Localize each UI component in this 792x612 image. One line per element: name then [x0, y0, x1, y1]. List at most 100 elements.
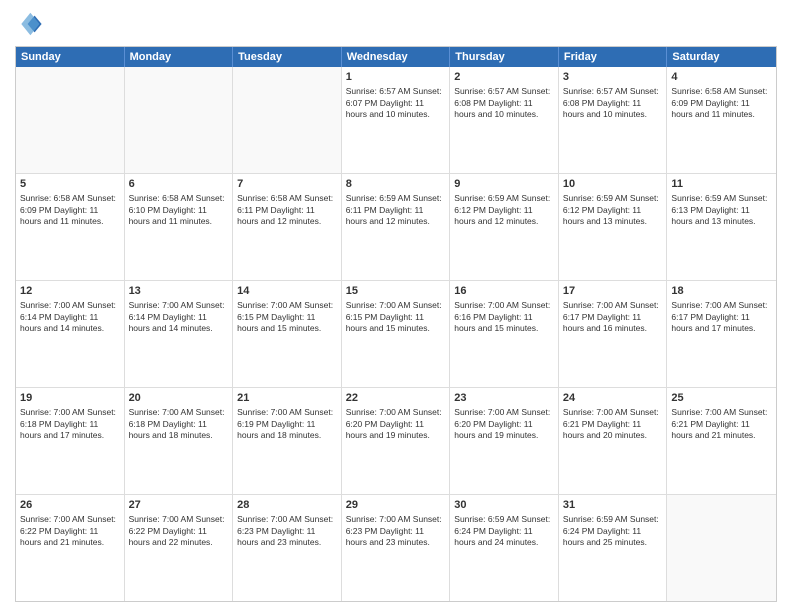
- day-info: Sunrise: 6:58 AM Sunset: 6:10 PM Dayligh…: [129, 193, 229, 227]
- day-info: Sunrise: 7:00 AM Sunset: 6:17 PM Dayligh…: [671, 300, 772, 334]
- day-info: Sunrise: 7:00 AM Sunset: 6:20 PM Dayligh…: [454, 407, 554, 441]
- day-cell-5: 5 Sunrise: 6:58 AM Sunset: 6:09 PM Daylig…: [16, 174, 125, 280]
- day-number: 17: [563, 284, 663, 298]
- day-cell-25: 25 Sunrise: 7:00 AM Sunset: 6:21 PM Dayli…: [667, 388, 776, 494]
- day-cell-4: 4 Sunrise: 6:58 AM Sunset: 6:09 PM Daylig…: [667, 67, 776, 173]
- day-info: Sunrise: 7:00 AM Sunset: 6:18 PM Dayligh…: [129, 407, 229, 441]
- day-info: Sunrise: 7:00 AM Sunset: 6:17 PM Dayligh…: [563, 300, 663, 334]
- day-info: Sunrise: 6:57 AM Sunset: 6:07 PM Dayligh…: [346, 86, 446, 120]
- day-cell-22: 22 Sunrise: 7:00 AM Sunset: 6:20 PM Dayli…: [342, 388, 451, 494]
- day-info: Sunrise: 7:00 AM Sunset: 6:15 PM Dayligh…: [237, 300, 337, 334]
- day-cell-2: 2Sunrise: 6:57 AM Sunset: 6:08 PM Daylig…: [450, 67, 559, 173]
- day-info: Sunrise: 6:58 AM Sunset: 6:09 PM Dayligh…: [20, 193, 120, 227]
- day-number: 26: [20, 498, 120, 512]
- day-number: 8: [346, 177, 446, 191]
- day-number: 21: [237, 391, 337, 405]
- day-info: Sunrise: 6:59 AM Sunset: 6:12 PM Dayligh…: [454, 193, 554, 227]
- day-cell-empty-2: [233, 67, 342, 173]
- day-cell-9: 9 Sunrise: 6:59 AM Sunset: 6:12 PM Daylig…: [450, 174, 559, 280]
- day-cell-6: 6 Sunrise: 6:58 AM Sunset: 6:10 PM Daylig…: [125, 174, 234, 280]
- day-number: 14: [237, 284, 337, 298]
- day-cell-3: 3 Sunrise: 6:57 AM Sunset: 6:08 PM Daylig…: [559, 67, 668, 173]
- day-header-sunday: Sunday: [16, 47, 125, 67]
- week-row-5: 26Sunrise: 7:00 AM Sunset: 6:22 PM Dayli…: [16, 495, 776, 601]
- day-cell-11: 11 Sunrise: 6:59 AM Sunset: 6:13 PM Dayli…: [667, 174, 776, 280]
- day-number: 5: [20, 177, 120, 191]
- day-number: 13: [129, 284, 229, 298]
- day-number: 9: [454, 177, 554, 191]
- week-row-2: 5 Sunrise: 6:58 AM Sunset: 6:09 PM Daylig…: [16, 174, 776, 281]
- day-info: Sunrise: 6:59 AM Sunset: 6:24 PM Dayligh…: [563, 514, 663, 548]
- day-info: Sunrise: 6:58 AM Sunset: 6:09 PM Dayligh…: [671, 86, 772, 120]
- day-header-tuesday: Tuesday: [233, 47, 342, 67]
- logo-icon: [15, 10, 43, 38]
- day-cell-20: 20Sunrise: 7:00 AM Sunset: 6:18 PM Dayli…: [125, 388, 234, 494]
- day-cell-14: 14 Sunrise: 7:00 AM Sunset: 6:15 PM Dayli…: [233, 281, 342, 387]
- day-info: Sunrise: 6:59 AM Sunset: 6:12 PM Dayligh…: [563, 193, 663, 227]
- day-cell-29: 29 Sunrise: 7:00 AM Sunset: 6:23 PM Dayli…: [342, 495, 451, 601]
- day-info: Sunrise: 7:00 AM Sunset: 6:15 PM Dayligh…: [346, 300, 446, 334]
- day-cell-1: 1 Sunrise: 6:57 AM Sunset: 6:07 PM Daylig…: [342, 67, 451, 173]
- day-cell-24: 24Sunrise: 7:00 AM Sunset: 6:21 PM Dayli…: [559, 388, 668, 494]
- week-row-1: 1 Sunrise: 6:57 AM Sunset: 6:07 PM Daylig…: [16, 67, 776, 174]
- day-info: Sunrise: 6:58 AM Sunset: 6:11 PM Dayligh…: [237, 193, 337, 227]
- day-number: 19: [20, 391, 120, 405]
- day-cell-empty-0: [16, 67, 125, 173]
- day-info: Sunrise: 7:00 AM Sunset: 6:21 PM Dayligh…: [671, 407, 772, 441]
- calendar: SundayMondayTuesdayWednesdayThursdayFrid…: [15, 46, 777, 602]
- day-number: 3: [563, 70, 663, 84]
- day-info: Sunrise: 7:00 AM Sunset: 6:18 PM Dayligh…: [20, 407, 120, 441]
- day-number: 1: [346, 70, 446, 84]
- day-cell-18: 18 Sunrise: 7:00 AM Sunset: 6:17 PM Dayli…: [667, 281, 776, 387]
- day-cell-15: 15 Sunrise: 7:00 AM Sunset: 6:15 PM Dayli…: [342, 281, 451, 387]
- day-info: Sunrise: 7:00 AM Sunset: 6:14 PM Dayligh…: [129, 300, 229, 334]
- day-cell-21: 21 Sunrise: 7:00 AM Sunset: 6:19 PM Dayli…: [233, 388, 342, 494]
- day-info: Sunrise: 7:00 AM Sunset: 6:14 PM Dayligh…: [20, 300, 120, 334]
- week-row-4: 19 Sunrise: 7:00 AM Sunset: 6:18 PM Dayli…: [16, 388, 776, 495]
- day-number: 31: [563, 498, 663, 512]
- day-number: 11: [671, 177, 772, 191]
- day-header-friday: Friday: [559, 47, 668, 67]
- day-info: Sunrise: 7:00 AM Sunset: 6:16 PM Dayligh…: [454, 300, 554, 334]
- day-cell-23: 23 Sunrise: 7:00 AM Sunset: 6:20 PM Dayli…: [450, 388, 559, 494]
- day-number: 7: [237, 177, 337, 191]
- day-header-monday: Monday: [125, 47, 234, 67]
- day-number: 10: [563, 177, 663, 191]
- day-headers: SundayMondayTuesdayWednesdayThursdayFrid…: [16, 47, 776, 67]
- day-number: 15: [346, 284, 446, 298]
- header: [15, 10, 777, 38]
- day-info: Sunrise: 7:00 AM Sunset: 6:19 PM Dayligh…: [237, 407, 337, 441]
- day-cell-7: 7 Sunrise: 6:58 AM Sunset: 6:11 PM Daylig…: [233, 174, 342, 280]
- day-info: Sunrise: 7:00 AM Sunset: 6:23 PM Dayligh…: [237, 514, 337, 548]
- day-cell-28: 28 Sunrise: 7:00 AM Sunset: 6:23 PM Dayli…: [233, 495, 342, 601]
- day-info: Sunrise: 7:00 AM Sunset: 6:23 PM Dayligh…: [346, 514, 446, 548]
- day-info: Sunrise: 6:57 AM Sunset: 6:08 PM Dayligh…: [454, 86, 554, 120]
- day-number: 27: [129, 498, 229, 512]
- day-cell-26: 26Sunrise: 7:00 AM Sunset: 6:22 PM Dayli…: [16, 495, 125, 601]
- day-number: 6: [129, 177, 229, 191]
- day-cell-empty-6: [667, 495, 776, 601]
- day-number: 28: [237, 498, 337, 512]
- day-info: Sunrise: 7:00 AM Sunset: 6:20 PM Dayligh…: [346, 407, 446, 441]
- day-header-saturday: Saturday: [667, 47, 776, 67]
- day-info: Sunrise: 6:59 AM Sunset: 6:24 PM Dayligh…: [454, 514, 554, 548]
- day-cell-31: 31 Sunrise: 6:59 AM Sunset: 6:24 PM Dayli…: [559, 495, 668, 601]
- day-number: 12: [20, 284, 120, 298]
- day-number: 22: [346, 391, 446, 405]
- day-cell-10: 10 Sunrise: 6:59 AM Sunset: 6:12 PM Dayli…: [559, 174, 668, 280]
- logo: [15, 10, 47, 38]
- day-cell-17: 17 Sunrise: 7:00 AM Sunset: 6:17 PM Dayli…: [559, 281, 668, 387]
- day-cell-30: 30Sunrise: 6:59 AM Sunset: 6:24 PM Dayli…: [450, 495, 559, 601]
- day-number: 18: [671, 284, 772, 298]
- day-info: Sunrise: 6:59 AM Sunset: 6:13 PM Dayligh…: [671, 193, 772, 227]
- day-number: 4: [671, 70, 772, 84]
- day-number: 25: [671, 391, 772, 405]
- day-cell-8: 8Sunrise: 6:59 AM Sunset: 6:11 PM Daylig…: [342, 174, 451, 280]
- page: SundayMondayTuesdayWednesdayThursdayFrid…: [0, 0, 792, 612]
- day-number: 24: [563, 391, 663, 405]
- day-info: Sunrise: 6:57 AM Sunset: 6:08 PM Dayligh…: [563, 86, 663, 120]
- day-header-thursday: Thursday: [450, 47, 559, 67]
- day-number: 29: [346, 498, 446, 512]
- day-cell-16: 16Sunrise: 7:00 AM Sunset: 6:16 PM Dayli…: [450, 281, 559, 387]
- day-number: 23: [454, 391, 554, 405]
